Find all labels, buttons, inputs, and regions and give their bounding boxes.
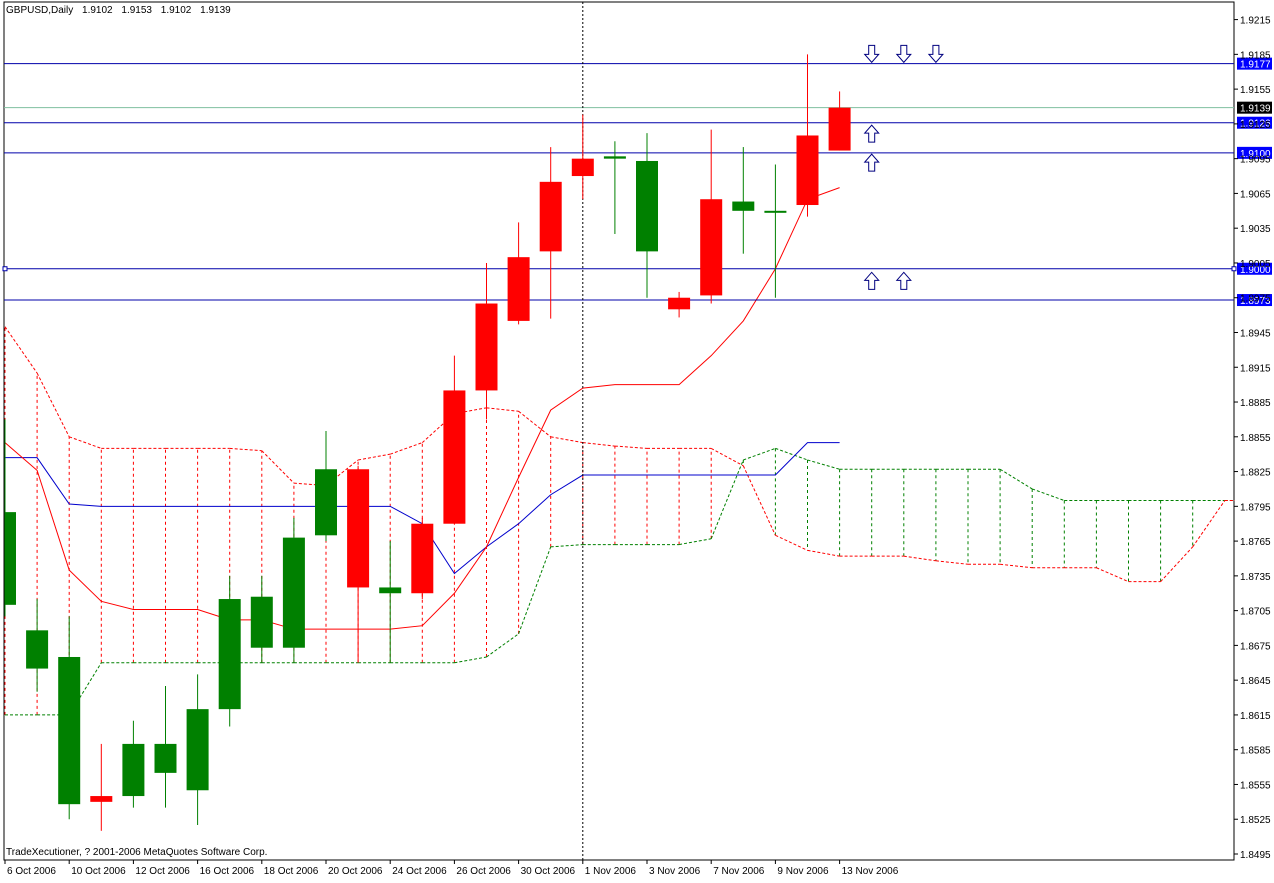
time-tick-label: 13 Nov 2006	[842, 866, 899, 877]
bull-candle-body	[5, 512, 16, 605]
bull-candle-body	[764, 210, 787, 213]
price-tick-label: 1.8735	[1240, 572, 1271, 583]
price-tick-label: 1.9185	[1240, 50, 1271, 61]
price-tick-label: 1.8555	[1240, 780, 1271, 791]
price-tick-label: 1.8645	[1240, 676, 1271, 687]
bull-candle-body	[282, 537, 305, 648]
bear-candle-body	[507, 257, 530, 321]
bear-candle-body	[700, 199, 723, 296]
bull-candle-body	[186, 709, 209, 791]
copyright-text: TradeXecutioner, ? 2001-2006 MetaQuotes …	[6, 847, 268, 858]
bear-candle-body	[571, 158, 594, 177]
price-tick-label: 1.9065	[1240, 189, 1271, 200]
bull-candle-body	[250, 596, 273, 648]
bear-candle-body	[539, 181, 562, 252]
time-tick-label: 6 Oct 2006	[7, 866, 56, 877]
price-tick-label: 1.8675	[1240, 641, 1271, 652]
bull-candle-body	[122, 743, 145, 797]
price-tick-label: 1.8855	[1240, 433, 1271, 444]
time-tick-label: 26 Oct 2006	[456, 866, 511, 877]
bear-candle-body	[828, 107, 851, 151]
price-tick-label: 1.8495	[1240, 850, 1271, 861]
price-tick-label: 1.8615	[1240, 711, 1271, 722]
price-tick-label: 1.9005	[1240, 259, 1271, 270]
price-tick-label: 1.9155	[1240, 85, 1271, 96]
high-value: 1.9153	[121, 5, 152, 16]
bear-candle-body	[796, 135, 819, 206]
time-tick-label: 16 Oct 2006	[200, 866, 255, 877]
price-tick-label: 1.8885	[1240, 398, 1271, 409]
time-tick-label: 1 Nov 2006	[585, 866, 637, 877]
bull-candle-body	[379, 587, 402, 594]
line-handle[interactable]	[1231, 266, 1237, 272]
price-tick-label: 1.8915	[1240, 363, 1271, 374]
price-tick-label: 1.8525	[1240, 815, 1271, 826]
price-tick-label: 1.8945	[1240, 328, 1271, 339]
time-tick-label: 18 Oct 2006	[264, 866, 319, 877]
time-tick-label: 12 Oct 2006	[135, 866, 190, 877]
time-tick-label: 24 Oct 2006	[392, 866, 447, 877]
close-value: 1.9139	[200, 5, 231, 16]
price-tick-label: 1.9035	[1240, 224, 1271, 235]
bull-candle-body	[636, 160, 658, 252]
time-tick-label: 30 Oct 2006	[521, 866, 576, 877]
bull-candle-body	[732, 201, 755, 211]
bull-candle-body	[154, 743, 177, 773]
line-handle[interactable]	[2, 266, 8, 272]
bear-candle-body	[411, 523, 434, 594]
price-tick-label: 1.8765	[1240, 537, 1271, 548]
time-tick-label: 7 Nov 2006	[713, 866, 765, 877]
chart-header: GBPUSD,Daily 1.9102 1.9153 1.9102 1.9139	[6, 5, 237, 16]
price-tick-label: 1.9125	[1240, 120, 1271, 131]
price-tick-label: 1.8825	[1240, 468, 1271, 479]
bear-candle-body	[443, 390, 466, 524]
time-axis: 6 Oct 2006 10 Oct 2006 12 Oct 2006 16 Oct 2…	[4, 860, 899, 877]
price-tick-label: 1.8975	[1240, 294, 1271, 305]
time-tick-label: 10 Oct 2006	[71, 866, 126, 877]
bear-candle-body	[347, 469, 370, 588]
price-tick-label: 1.8705	[1240, 607, 1271, 618]
candlestick-chart[interactable]: 1.91771.91261.91001.90001.89731.9139 1.9…	[0, 0, 1274, 878]
bear-candle-body	[90, 796, 113, 802]
symbol-label: GBPUSD,Daily	[6, 5, 74, 16]
bull-candle-body	[26, 630, 49, 669]
bear-candle-body	[475, 303, 498, 391]
price-tick-label: 1.9215	[1240, 16, 1271, 27]
time-tick-label: 3 Nov 2006	[649, 866, 701, 877]
time-tick-label: 20 Oct 2006	[328, 866, 383, 877]
price-axis: 1.9215 1.9185 1.9155 1.9125 1.9095 1.9065 1.90…	[1234, 16, 1271, 861]
time-tick-label: 9 Nov 2006	[777, 866, 829, 877]
price-tick-label: 1.8585	[1240, 746, 1271, 757]
bull-candle-body	[58, 656, 81, 805]
bear-candle-body	[668, 297, 691, 310]
low-value: 1.9102	[160, 5, 192, 16]
current-price-label: 1.9139	[1240, 104, 1271, 115]
bull-candle-body	[603, 156, 626, 159]
open-value: 1.9102	[82, 5, 113, 16]
bull-candle-body	[315, 469, 337, 536]
price-tick-label: 1.8795	[1240, 502, 1271, 513]
chart-window: 1.9177 1.9126 1.9100 1.9000 1.8973 1.9139 1.9…	[0, 0, 1274, 878]
price-tick-label: 1.9095	[1240, 155, 1271, 166]
bull-candle-body	[218, 599, 241, 710]
